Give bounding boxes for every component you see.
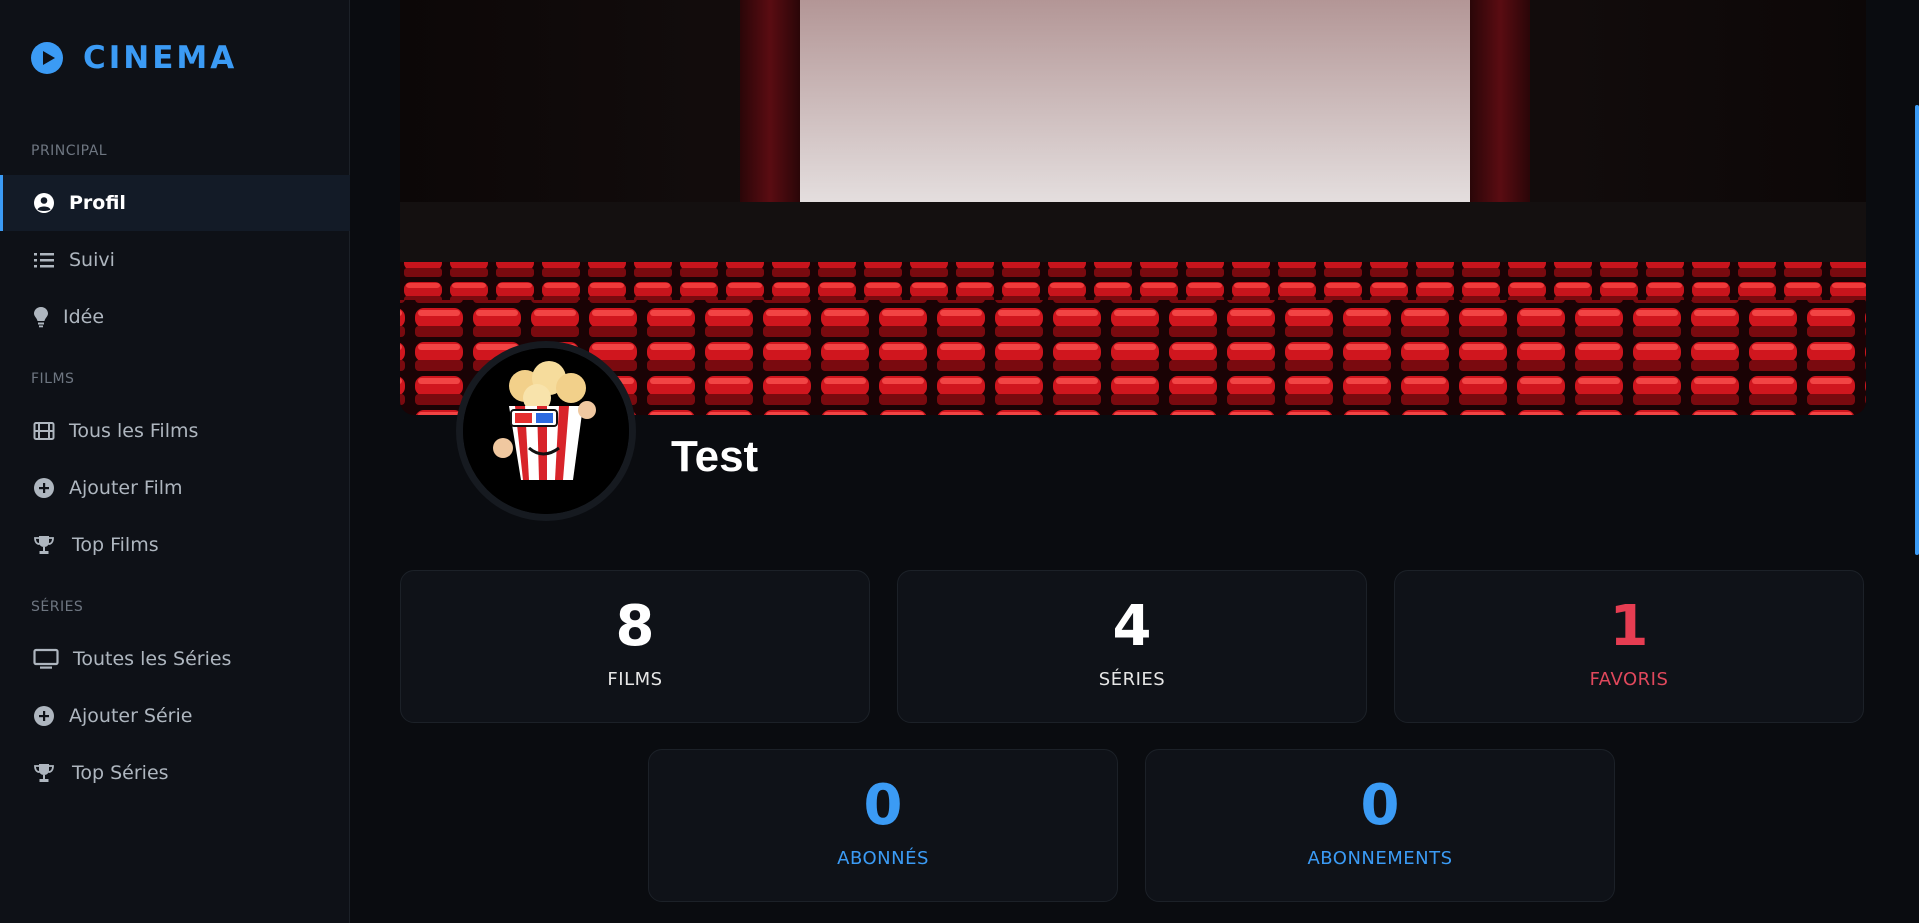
section-label-films: FILMS: [31, 371, 75, 387]
sidebar-item-tous-les-films[interactable]: Tous les Films: [0, 403, 350, 459]
stat-card-series[interactable]: 4 SÉRIES: [897, 570, 1367, 723]
sidebar-item-label: Suivi: [69, 249, 115, 271]
trophy-icon: [33, 534, 55, 556]
stat-label: FILMS: [607, 669, 663, 690]
sidebar-item-profil[interactable]: Profil: [0, 175, 350, 231]
stat-card-abonnes[interactable]: 0 ABONNÉS: [648, 749, 1118, 902]
stat-value: 0: [863, 773, 903, 838]
sidebar-item-label: Tous les Films: [69, 420, 199, 442]
scrollbar[interactable]: [1915, 105, 1919, 555]
section-label-series: SÉRIES: [31, 599, 84, 615]
sidebar-item-idee[interactable]: Idée: [0, 289, 350, 345]
sidebar-item-label: Profil: [69, 192, 126, 214]
stat-value: 8: [615, 594, 655, 659]
profile-page: Test 8 FILMS 4 SÉRIES 1 FAVORIS 0 ABONNÉ…: [351, 0, 1919, 923]
sidebar: CINEMA PRINCIPAL Profil Suivi Idée FILMS…: [0, 0, 350, 923]
stat-label: ABONNÉS: [837, 848, 929, 869]
tv-icon: [33, 648, 59, 670]
stat-label: FAVORIS: [1589, 669, 1669, 690]
plus-circle-icon: [33, 705, 55, 727]
cover-image: [400, 0, 1866, 415]
sidebar-item-ajouter-serie[interactable]: Ajouter Série: [0, 688, 350, 744]
app-title: CINEMA: [83, 40, 238, 76]
profile-username: Test: [671, 432, 759, 481]
lightbulb-icon: [33, 306, 49, 328]
sidebar-item-top-films[interactable]: Top Films: [0, 517, 350, 573]
plus-circle-icon: [33, 477, 55, 499]
stat-value: 0: [1360, 773, 1400, 838]
brand[interactable]: CINEMA: [31, 40, 237, 76]
list-icon: [33, 249, 55, 271]
sidebar-item-label: Ajouter Série: [69, 705, 193, 727]
sidebar-item-top-series[interactable]: Top Séries: [0, 745, 350, 801]
section-label-principal: PRINCIPAL: [31, 143, 108, 159]
sidebar-item-label: Top Films: [72, 534, 159, 556]
sidebar-item-label: Top Séries: [72, 762, 169, 784]
user-circle-icon: [33, 192, 55, 214]
trophy-icon: [33, 762, 55, 784]
stat-card-films[interactable]: 8 FILMS: [400, 570, 870, 723]
sidebar-item-label: Toutes les Séries: [73, 648, 232, 670]
stat-label: ABONNEMENTS: [1307, 848, 1453, 869]
sidebar-item-suivi[interactable]: Suivi: [0, 232, 350, 288]
stat-card-favoris[interactable]: 1 FAVORIS: [1394, 570, 1864, 723]
stat-value: 4: [1112, 594, 1152, 659]
sidebar-item-label: Ajouter Film: [69, 477, 183, 499]
sidebar-item-label: Idée: [63, 306, 105, 328]
sidebar-item-toutes-les-series[interactable]: Toutes les Séries: [0, 631, 350, 687]
stat-label: SÉRIES: [1098, 669, 1166, 690]
film-icon: [33, 420, 55, 442]
play-circle-icon: [31, 42, 63, 74]
sidebar-item-ajouter-film[interactable]: Ajouter Film: [0, 460, 350, 516]
stat-card-abonnements[interactable]: 0 ABONNEMENTS: [1145, 749, 1615, 902]
stat-value: 1: [1609, 594, 1649, 659]
avatar[interactable]: [456, 341, 636, 521]
